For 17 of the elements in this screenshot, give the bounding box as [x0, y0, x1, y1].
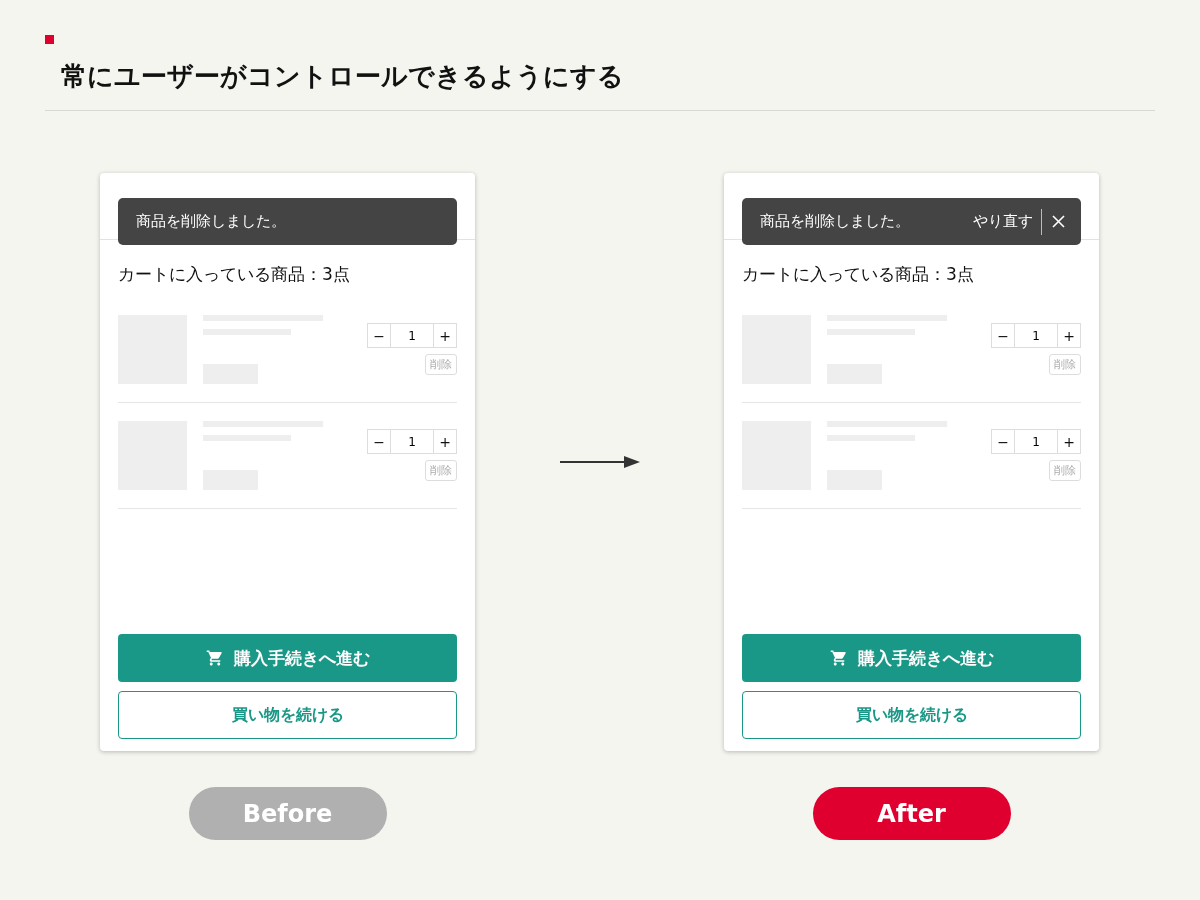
- snackbar-message: 商品を削除しました。: [760, 212, 911, 231]
- continue-shopping-button[interactable]: 買い物を続ける: [118, 691, 457, 739]
- undo-button[interactable]: やり直す: [965, 208, 1042, 235]
- slide-title: 常にユーザーがコントロールできるようにする: [61, 60, 625, 93]
- checkout-button[interactable]: 購入手続きへ進む: [118, 634, 457, 682]
- version-label: Before: [188, 787, 387, 840]
- continue-shopping-button[interactable]: 買い物を続ける: [742, 691, 1081, 739]
- version-label: After: [812, 787, 1011, 840]
- cart-icon: [829, 649, 848, 667]
- checkout-button[interactable]: 購入手続きへ進む: [742, 634, 1081, 682]
- cart-icon: [205, 649, 224, 667]
- close-icon: [1052, 215, 1065, 228]
- cart-count: カートに入っている商品：3点: [742, 263, 975, 286]
- cart-count: カートに入っている商品：3点: [118, 263, 351, 286]
- arrow-icon: [559, 456, 640, 468]
- snackbar-message: 商品を削除しました。: [136, 212, 287, 231]
- accent-square: [45, 35, 54, 44]
